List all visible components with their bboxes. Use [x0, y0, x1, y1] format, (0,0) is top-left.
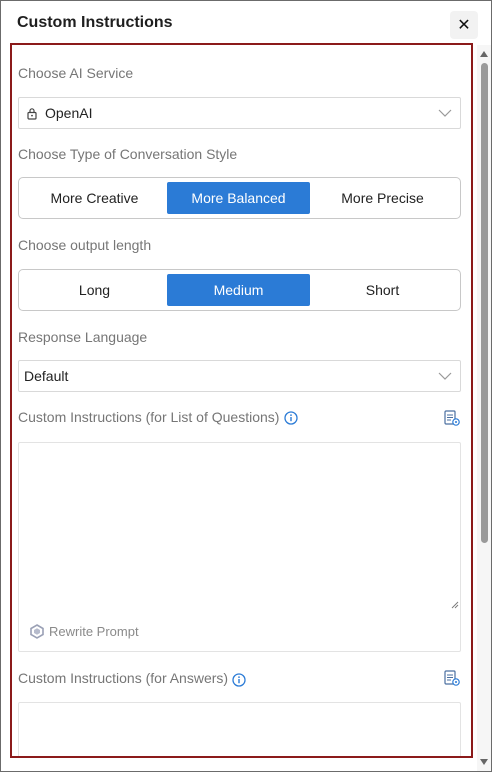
answers-instructions-label: Custom Instructions (for Answers) [18, 670, 229, 686]
chevron-down-icon [438, 372, 452, 380]
hexagon-icon [30, 624, 44, 639]
answers-instructions-textarea[interactable] [19, 703, 460, 756]
ai-service-select[interactable]: OpenAI [18, 97, 461, 129]
style-more-creative-button[interactable]: More Creative [23, 182, 166, 214]
scroll-down-arrow-icon[interactable] [480, 759, 488, 765]
output-length-selector: Long Medium Short [18, 269, 461, 311]
scrollbar-thumb[interactable] [481, 63, 488, 543]
info-icon[interactable] [232, 673, 246, 687]
dialog-title: Custom Instructions [17, 14, 173, 31]
rewrite-prompt-label: Rewrite Prompt [49, 624, 139, 639]
conversation-style-label: Choose Type of Conversation Style [18, 146, 238, 162]
length-medium-button[interactable]: Medium [167, 274, 310, 306]
close-icon: ✕ [457, 17, 471, 34]
output-length-label: Choose output length [18, 237, 152, 253]
style-more-precise-button[interactable]: More Precise [311, 182, 454, 214]
rewrite-prompt-button[interactable]: Rewrite Prompt [30, 624, 139, 639]
clipboard-settings-icon[interactable] [443, 409, 461, 427]
settings-panel: Choose AI Service OpenAI Choose Type of … [10, 43, 473, 758]
resize-handle-icon[interactable] [451, 601, 459, 609]
info-icon[interactable] [284, 411, 298, 425]
questions-instructions-box: Rewrite Prompt [18, 442, 461, 652]
chevron-down-icon [438, 109, 452, 117]
response-language-value: Default [24, 368, 69, 384]
response-language-select[interactable]: Default [18, 360, 461, 392]
answers-instructions-box [18, 702, 461, 756]
questions-instructions-textarea[interactable] [19, 443, 460, 613]
scroll-up-arrow-icon[interactable] [480, 51, 488, 57]
questions-instructions-label: Custom Instructions (for List of Questio… [18, 409, 280, 425]
ai-service-value: OpenAI [45, 105, 93, 121]
lock-icon [27, 108, 37, 120]
ai-service-label: Choose AI Service [18, 65, 134, 81]
conversation-style-selector: More Creative More Balanced More Precise [18, 177, 461, 219]
dialog-header: Custom Instructions [1, 1, 491, 45]
custom-instructions-dialog: Custom Instructions ✕ Choose AI Service … [0, 0, 492, 772]
length-long-button[interactable]: Long [23, 274, 166, 306]
style-more-balanced-button[interactable]: More Balanced [167, 182, 310, 214]
close-button[interactable]: ✕ [450, 11, 478, 39]
vertical-scrollbar[interactable] [477, 45, 491, 771]
length-short-button[interactable]: Short [311, 274, 454, 306]
response-language-label: Response Language [18, 329, 148, 345]
clipboard-settings-icon[interactable] [443, 669, 461, 687]
